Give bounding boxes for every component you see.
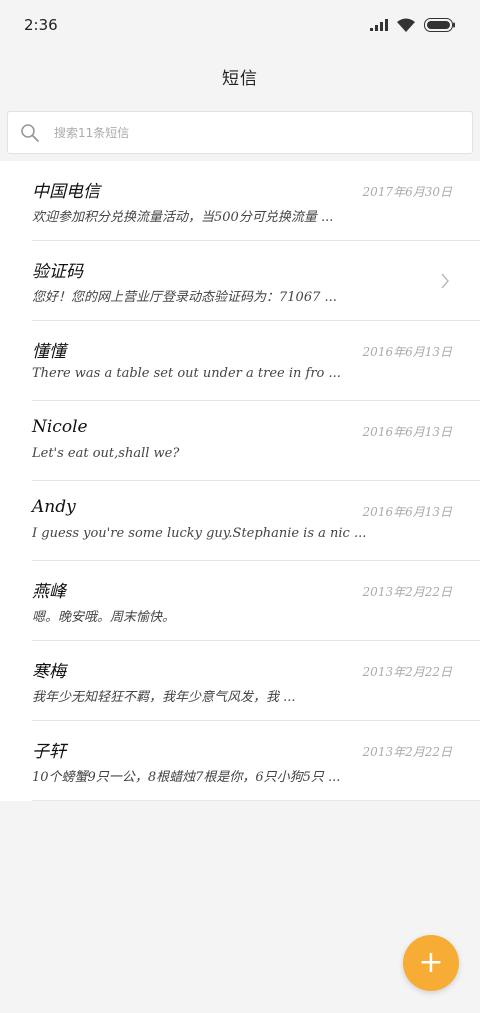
status-bar: 2:36 — [0, 0, 480, 50]
contact-name: 燕峰 — [32, 582, 66, 602]
message-preview: 欢迎参加积分兑换流量活动，当500分可兑换流量 ... — [32, 210, 334, 225]
message-preview: I guess you're some lucky guy.Stephanie … — [32, 526, 367, 541]
message-date: 2016年6月13日 — [362, 425, 452, 439]
wifi-icon — [397, 18, 415, 32]
battery-icon — [424, 18, 455, 32]
conversation-item[interactable]: 懂懂 2016年6月13日 There was a table set out … — [32, 321, 480, 401]
contact-name: Nicole — [32, 417, 88, 437]
message-preview: 我年少无知轻狂不羁，我年少意气风发，我 ... — [32, 690, 296, 705]
title-bar: 短信 — [0, 50, 480, 102]
page-title: 短信 — [222, 68, 258, 89]
conversation-item[interactable]: 寒梅 2013年2月22日 我年少无知轻狂不羁，我年少意气风发，我 ... — [32, 641, 480, 721]
plus-icon: + — [418, 945, 444, 980]
new-message-button[interactable]: + — [403, 935, 459, 991]
message-date: 2013年2月22日 — [362, 665, 452, 679]
status-time: 2:36 — [24, 16, 58, 34]
sms-app-screen: 2:36 短信 搜索11条短信 中国电信 2017年6月30日 欢迎参加积分兑换… — [0, 0, 480, 1013]
contact-name: 验证码 — [32, 262, 83, 282]
contact-name: Andy — [32, 497, 76, 517]
conversation-item[interactable]: 中国电信 2017年6月30日 欢迎参加积分兑换流量活动，当500分可兑换流量 … — [32, 161, 480, 241]
search-input[interactable]: 搜索11条短信 — [7, 111, 473, 154]
message-date: 2016年6月13日 — [362, 345, 452, 359]
contact-name: 中国电信 — [32, 182, 100, 202]
chevron-right-icon — [441, 273, 449, 289]
search-placeholder: 搜索11条短信 — [54, 126, 130, 140]
signal-icon — [370, 19, 388, 31]
contact-name: 懂懂 — [32, 342, 66, 362]
message-date: 2017年6月30日 — [362, 185, 452, 199]
message-preview: There was a table set out under a tree i… — [32, 366, 341, 381]
message-preview: 嗯。晚安哦。周末愉快。 — [32, 610, 176, 625]
conversation-item[interactable]: 燕峰 2013年2月22日 嗯。晚安哦。周末愉快。 — [32, 561, 480, 641]
status-icons — [370, 17, 456, 33]
message-preview: Let's eat out,shall we? — [32, 446, 180, 461]
contact-name: 子轩 — [32, 742, 66, 762]
conversation-item[interactable]: Nicole 2016年6月13日 Let's eat out,shall we… — [32, 401, 480, 481]
contact-name: 寒梅 — [32, 662, 66, 682]
conversation-list: 中国电信 2017年6月30日 欢迎参加积分兑换流量活动，当500分可兑换流量 … — [0, 161, 480, 801]
message-preview: 10个螃蟹9只一公，8根蜡烛7根是你，6只小狗5只 ... — [32, 770, 341, 785]
message-preview: 您好！您的网上营业厅登录动态验证码为：71067 ... — [32, 290, 337, 305]
conversation-item[interactable]: Andy 2016年6月13日 I guess you're some luck… — [32, 481, 480, 561]
message-date: 2016年6月13日 — [362, 505, 452, 519]
message-date: 2013年2月22日 — [362, 585, 452, 599]
search-icon — [21, 123, 39, 142]
conversation-item[interactable]: 验证码 您好！您的网上营业厅登录动态验证码为：71067 ... — [32, 241, 480, 321]
conversation-item[interactable]: 子轩 2013年2月22日 10个螃蟹9只一公，8根蜡烛7根是你，6只小狗5只 … — [32, 721, 480, 801]
message-date: 2013年2月22日 — [362, 745, 452, 759]
